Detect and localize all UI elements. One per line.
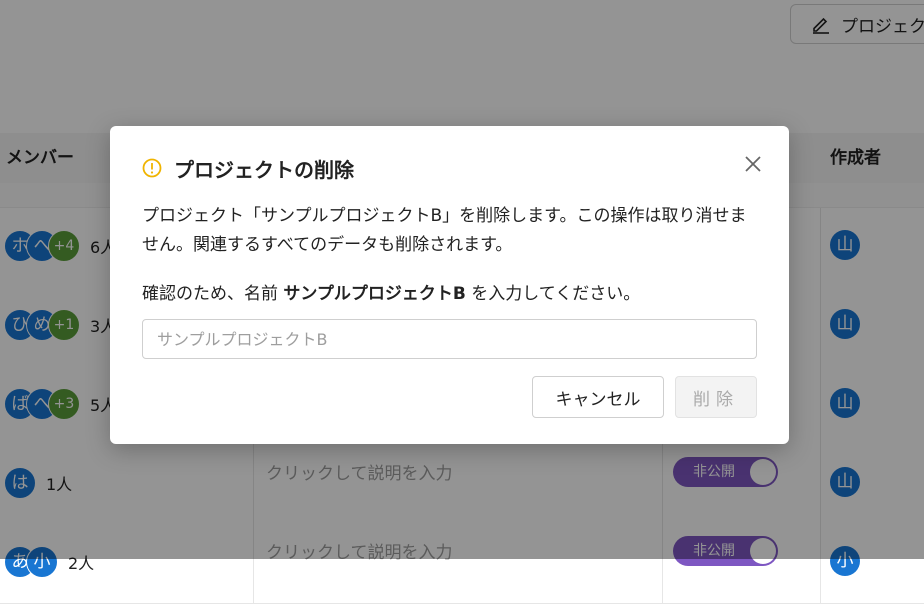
dialog-confirm-instruction: 確認のため、名前 サンプルプロジェクトB を入力してください。	[142, 281, 762, 307]
confirm-name-input[interactable]	[142, 319, 757, 359]
dialog-title: プロジェクトの削除	[174, 158, 354, 182]
close-icon[interactable]	[739, 150, 767, 178]
delete-project-dialog: プロジェクトの削除 プロジェクト「サンプルプロジェクトB」を削除します。この操作…	[110, 126, 789, 444]
warning-circle-icon	[142, 158, 162, 178]
cancel-button[interactable]: キャンセル	[532, 376, 664, 418]
confirm-project-name: サンプルプロジェクトB	[283, 284, 466, 304]
delete-button[interactable]: 削除	[675, 376, 757, 418]
dialog-message: プロジェクト「サンプルプロジェクトB」を削除します。この操作は取り消せません。関…	[142, 206, 747, 255]
confirm-suffix: を入力してください。	[465, 284, 641, 304]
confirm-prefix: 確認のため、名前	[142, 284, 284, 304]
